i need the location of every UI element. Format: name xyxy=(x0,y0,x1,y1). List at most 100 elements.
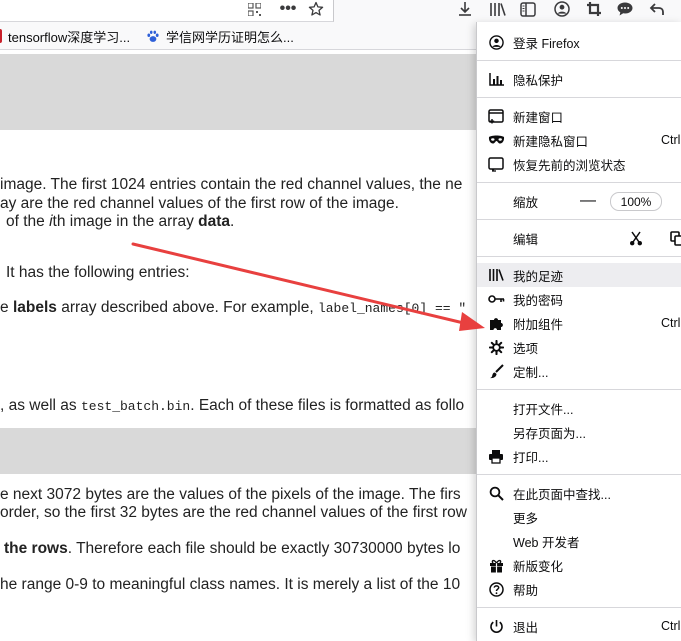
paragraph-line: ay are the red channel values of the fir… xyxy=(0,195,399,212)
menu-separator xyxy=(477,607,681,608)
crop-icon[interactable] xyxy=(584,0,604,18)
menu-item-label: 帮助 xyxy=(513,583,539,598)
menu-separator xyxy=(477,389,681,390)
menu-item-quit[interactable]: 退出 Ctrl- xyxy=(477,614,681,638)
menu-item-help[interactable]: 帮助 xyxy=(477,577,681,601)
text-span: array described above. For example, xyxy=(56,299,318,316)
text-span: of the xyxy=(6,213,50,230)
back-icon[interactable] xyxy=(646,0,668,18)
power-icon xyxy=(487,617,505,635)
menu-item-web-developer[interactable]: Web 开发者 xyxy=(477,529,681,553)
csdn-favicon-icon xyxy=(0,29,2,43)
gear-icon xyxy=(487,338,505,356)
inline-code: label_names[0] == " xyxy=(317,301,467,316)
menu-item-label: 恢复先前的浏览状态 xyxy=(513,158,626,173)
restore-session-icon xyxy=(487,155,505,173)
menu-item-shortcut: Ctrl xyxy=(661,316,681,330)
text-span: e xyxy=(0,299,13,316)
qr-code-icon[interactable] xyxy=(245,0,263,18)
menu-item-new-window[interactable]: 新建窗口 xyxy=(477,104,681,128)
menu-item-label: 打开文件... xyxy=(513,402,574,417)
menu-item-edit: 编辑 xyxy=(477,226,681,250)
text-span: , as well as xyxy=(0,397,81,414)
bookmark-label: 学信网学历证明怎么... xyxy=(166,29,294,45)
menu-item-open-file[interactable]: 打开文件... xyxy=(477,396,681,420)
menu-item-customize[interactable]: 定制... xyxy=(477,359,681,383)
bold-text: the rows xyxy=(4,540,68,557)
library-icon xyxy=(487,266,505,284)
menu-separator xyxy=(477,256,681,257)
account-icon xyxy=(487,33,505,51)
menu-separator xyxy=(477,182,681,183)
menu-item-label: 选项 xyxy=(513,341,539,356)
download-icon[interactable] xyxy=(455,0,475,18)
paintbrush-icon xyxy=(487,362,505,380)
zoom-out-button[interactable]: — xyxy=(577,189,599,213)
printer-icon xyxy=(487,447,505,465)
copy-icon[interactable] xyxy=(670,226,681,250)
menu-item-privacy[interactable]: 隐私保护 xyxy=(477,67,681,91)
text-span: . Therefore each file should be exactly … xyxy=(67,540,461,557)
inline-code: test_batch.bin xyxy=(80,399,191,414)
zoom-reset-button[interactable]: 100% xyxy=(610,192,662,211)
url-bar[interactable]: ••• xyxy=(0,0,334,22)
new-window-icon xyxy=(487,107,505,125)
menu-item-logins[interactable]: 我的密码 xyxy=(477,287,681,311)
menu-item-label: 更多 xyxy=(513,511,539,526)
browser-toolbar: ••• xyxy=(0,0,681,22)
text-span: th image in the array xyxy=(52,213,199,230)
menu-item-new-private-window[interactable]: 新建隐私窗口 Ctrl xyxy=(477,128,681,152)
cut-icon[interactable] xyxy=(627,226,645,250)
menu-item-restore-session[interactable]: 恢复先前的浏览状态 xyxy=(477,152,681,176)
sidebar-icon[interactable] xyxy=(518,0,538,18)
menu-item-sign-in[interactable]: 登录 Firefox xyxy=(477,30,681,54)
menu-item-save-page[interactable]: 另存页面为... xyxy=(477,420,681,444)
menu-separator xyxy=(477,219,681,220)
menu-item-label: 定制... xyxy=(513,365,549,380)
paragraph-line: he range 0-9 to meaningful class names. … xyxy=(0,576,461,593)
bookmark-item-xuexin[interactable]: 学信网学历证明怎么... xyxy=(146,27,294,45)
menu-item-more[interactable]: 更多 xyxy=(477,505,681,529)
bold-text: labels xyxy=(12,299,57,316)
help-icon xyxy=(487,580,505,598)
menu-item-label: 我的密码 xyxy=(513,293,564,308)
menu-item-label: Web 开发者 xyxy=(513,535,580,550)
menu-item-label: 编辑 xyxy=(513,232,539,247)
menu-separator xyxy=(477,474,681,475)
menu-item-label: 新建窗口 xyxy=(513,110,564,125)
menu-item-find[interactable]: 在此页面中查找... xyxy=(477,481,681,505)
menu-item-label: 新建隐私窗口 xyxy=(513,134,589,149)
star-icon[interactable] xyxy=(306,0,326,18)
library-icon[interactable] xyxy=(487,0,509,18)
menu-item-options[interactable]: 选项 xyxy=(477,335,681,359)
menu-item-whats-new[interactable]: 新版变化 xyxy=(477,553,681,577)
paragraph-line: the rows. Therefore each file should be … xyxy=(4,540,460,558)
text-span: . xyxy=(230,213,235,230)
paragraph-line: e labels array described above. For exam… xyxy=(0,299,466,317)
menu-item-label: 在此页面中查找... xyxy=(513,487,611,502)
gift-icon xyxy=(487,556,505,574)
paragraph-line: of the ith image in the array data. xyxy=(6,213,234,231)
menu-item-label: 新版变化 xyxy=(513,559,564,574)
menu-item-print[interactable]: 打印... xyxy=(477,444,681,468)
chat-icon[interactable] xyxy=(614,0,636,18)
menu-item-zoom: 缩放 — 100% xyxy=(477,189,681,213)
menu-item-shortcut: Ctrl- xyxy=(661,619,681,633)
key-icon xyxy=(487,290,505,308)
account-icon[interactable] xyxy=(552,0,572,18)
menu-item-label: 登录 Firefox xyxy=(513,36,580,51)
menu-item-shortcut: Ctrl xyxy=(661,133,681,147)
app-menu-panel: 登录 Firefox 隐私保护 新建窗口 新建隐私窗口 Ctrl 恢复先前的浏览… xyxy=(476,22,681,641)
menu-item-label: 缩放 xyxy=(513,195,539,210)
bold-text: data xyxy=(198,213,231,230)
dashboard-chart-icon xyxy=(487,70,505,88)
paragraph-line: e next 3072 bytes are the values of the … xyxy=(0,486,461,503)
menu-item-library[interactable]: 我的足迹 xyxy=(477,263,681,287)
bookmark-item-tensorflow[interactable]: tensorflow深度学习... xyxy=(0,27,130,45)
menu-item-label: 另存页面为... xyxy=(513,426,586,441)
menu-item-addons[interactable]: 附加组件 Ctrl xyxy=(477,311,681,335)
menu-item-label: 退出 xyxy=(513,620,539,635)
more-icon[interactable]: ••• xyxy=(278,0,298,18)
baidu-paw-icon xyxy=(146,29,160,43)
paragraph-line: , as well as test_batch.bin. Each of the… xyxy=(0,397,464,415)
